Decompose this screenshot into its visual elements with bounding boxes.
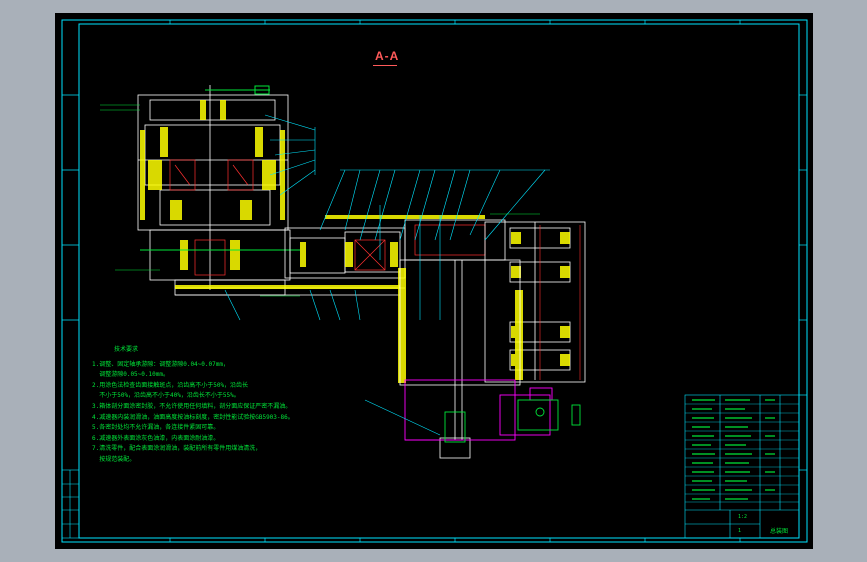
note-line: 2.用涂色法检查齿面接触斑点，沿齿高不小于50%，沿齿长 — [92, 381, 249, 389]
note-line: 3.箱体剖分面涂密封胶，不允许使用任何填料，剖分面应保证严密不漏油。 — [92, 402, 292, 410]
note-line: 不小于50%，沿齿高不小于40%，沿齿长不小于55%。 — [92, 392, 240, 400]
main-shaft — [175, 227, 406, 296]
note-line: 4.减速器内装润滑油，油面高度按油标刻度，密封性能试验按GB5903-86。 — [92, 413, 294, 421]
left-revision-table — [61, 469, 80, 539]
green-tool — [444, 399, 581, 443]
drawing-sheet: 1 — [738, 528, 742, 534]
notes-title: 技术要求 — [114, 346, 139, 353]
note-line: 调整游隙0.05~0.10mm。 — [92, 371, 169, 379]
drawing-name: 总装图 — [770, 528, 789, 535]
section-label: A-A — [375, 49, 400, 63]
technical-requirements: 技术要求 1.调整、固定轴承游隙：调整游隙0.04~0.07mm， 调整游隙0.0… — [92, 345, 294, 466]
right-housing — [404, 219, 586, 383]
note-line: 1.调整、固定轴承游隙：调整游隙0.04~0.07mm， — [92, 360, 229, 368]
title-block-rows — [685, 403, 799, 503]
lower-frame — [399, 259, 521, 459]
note-line: 6.减速器外表面涂灰色油漆，内表面涂耐油漆。 — [92, 434, 220, 442]
title-block-text-marks — [692, 399, 775, 500]
note-line: 7.清洗零件，配合表面涂润滑油，装配前所有零件用煤油清洗， — [92, 445, 262, 453]
section-label-underline — [373, 65, 397, 66]
cad-drawing — [61, 19, 808, 543]
note-line: 5.各密封处均不允许漏油，各连接件紧固可靠。 — [92, 424, 220, 432]
drawing-scale: 1:2 — [738, 514, 748, 520]
right-hatching — [398, 232, 570, 383]
magenta-parts — [404, 379, 553, 441]
note-line: 按规范装配。 — [92, 455, 136, 463]
